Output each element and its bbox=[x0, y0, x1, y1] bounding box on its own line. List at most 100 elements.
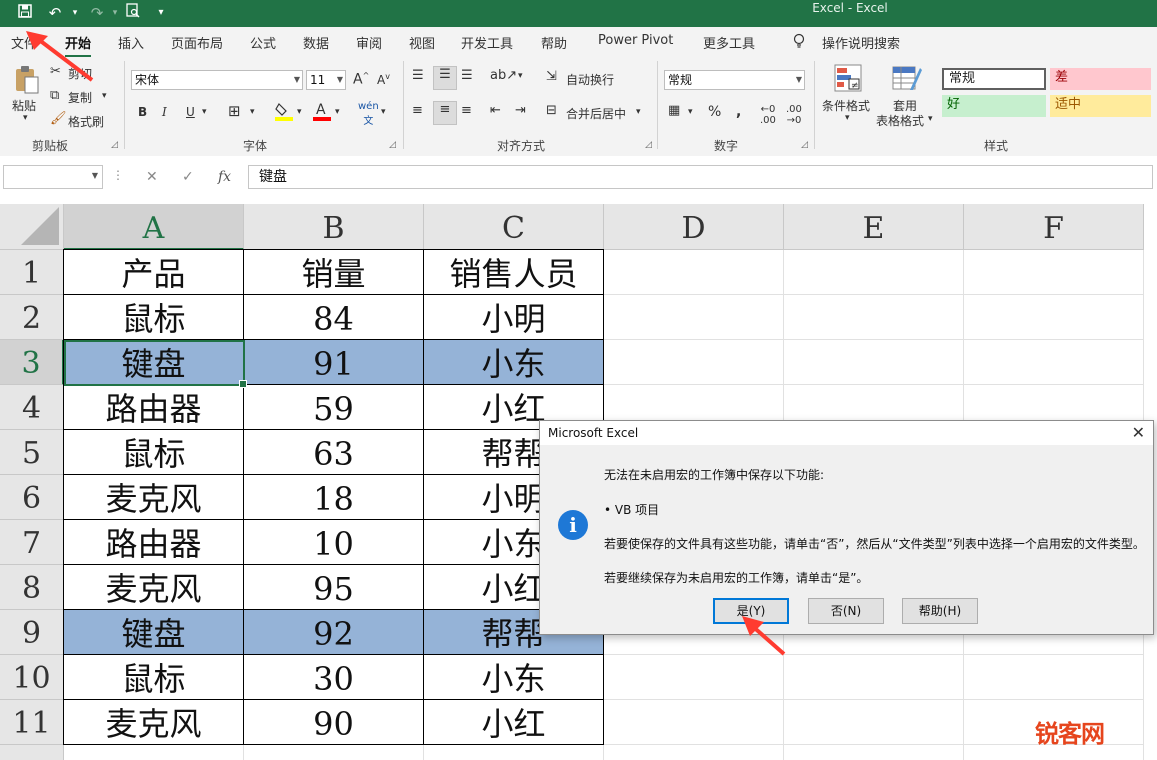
cell-b4[interactable]: 59 bbox=[244, 385, 424, 430]
select-all-button[interactable] bbox=[0, 204, 64, 250]
number-launcher-icon[interactable]: ◿ bbox=[801, 140, 808, 150]
comma-style-icon[interactable]: , bbox=[736, 104, 741, 120]
align-left-icon[interactable]: ≡ bbox=[412, 103, 423, 118]
cell-f1[interactable] bbox=[964, 250, 1144, 295]
fill-color-dropdown-icon[interactable]: ▾ bbox=[297, 107, 302, 117]
align-middle-icon[interactable]: ☰ bbox=[433, 66, 457, 90]
row-header[interactable] bbox=[0, 745, 64, 760]
format-table-dropdown-icon[interactable]: ▾ bbox=[928, 114, 933, 124]
cell-a9[interactable]: 键盘 bbox=[63, 610, 244, 655]
column-header-e[interactable]: E bbox=[784, 204, 964, 250]
cell-b10[interactable]: 30 bbox=[244, 655, 424, 700]
cell-a8[interactable]: 麦克风 bbox=[63, 565, 244, 610]
align-bottom-icon[interactable]: ☰ bbox=[461, 68, 473, 83]
wrap-text-button[interactable]: 自动换行 bbox=[566, 71, 614, 88]
cell-a10[interactable]: 鼠标 bbox=[63, 655, 244, 700]
enter-icon[interactable]: ✓ bbox=[182, 169, 194, 185]
row-header[interactable]: 2 bbox=[0, 295, 64, 340]
row-header[interactable]: 3 bbox=[0, 340, 64, 385]
row-header[interactable]: 9 bbox=[0, 610, 64, 655]
orientation-icon[interactable]: ab↗ bbox=[490, 68, 517, 83]
alignment-launcher-icon[interactable]: ◿ bbox=[645, 140, 652, 150]
decrease-indent-icon[interactable]: ⇤ bbox=[490, 103, 501, 118]
row-header[interactable]: 10 bbox=[0, 655, 64, 700]
help-button[interactable]: 帮助(H) bbox=[902, 598, 978, 624]
undo-dropdown-icon[interactable]: ▾ bbox=[64, 3, 86, 23]
cell-a12[interactable] bbox=[64, 745, 244, 760]
font-size-select[interactable]: 11 ▼ bbox=[306, 70, 346, 90]
clipboard-launcher-icon[interactable]: ◿ bbox=[111, 140, 118, 150]
tab-power-pivot[interactable]: Power Pivot bbox=[598, 33, 673, 48]
align-center-icon[interactable]: ≡ bbox=[433, 101, 457, 125]
formula-input[interactable]: 键盘 bbox=[248, 165, 1153, 189]
merge-center-icon[interactable]: ⊟ bbox=[546, 103, 557, 118]
customize-icon[interactable]: ▾ bbox=[150, 3, 172, 23]
cell-e1[interactable] bbox=[784, 250, 964, 295]
copy-button[interactable]: 复制 bbox=[68, 89, 92, 106]
print-preview-icon[interactable] bbox=[122, 3, 144, 23]
conditional-format-icon[interactable]: ≠ bbox=[834, 64, 862, 96]
cell-d11[interactable] bbox=[604, 700, 784, 745]
cell-c10[interactable]: 小东 bbox=[424, 655, 604, 700]
cell-b12[interactable] bbox=[244, 745, 424, 760]
cell-b8[interactable]: 95 bbox=[244, 565, 424, 610]
close-icon[interactable]: ✕ bbox=[1132, 422, 1145, 444]
undo-icon[interactable]: ↶ bbox=[44, 3, 66, 23]
name-box[interactable]: ▼ bbox=[3, 165, 103, 189]
underline-dropdown-icon[interactable]: ▾ bbox=[202, 107, 207, 117]
cell-d2[interactable] bbox=[604, 295, 784, 340]
underline-button[interactable]: U bbox=[186, 105, 195, 119]
font-name-select[interactable]: 宋体 ▼ bbox=[131, 70, 303, 90]
cell-f2[interactable] bbox=[964, 295, 1144, 340]
cell-a6[interactable]: 麦克风 bbox=[63, 475, 244, 520]
increase-indent-icon[interactable]: ⇥ bbox=[515, 103, 526, 118]
paste-dropdown-icon[interactable]: ▾ bbox=[23, 113, 28, 123]
tab-review[interactable]: 审阅 bbox=[356, 33, 382, 52]
tab-developer[interactable]: 开发工具 bbox=[461, 33, 513, 52]
column-header-a[interactable]: A bbox=[64, 204, 244, 250]
column-header-c[interactable]: C bbox=[424, 204, 604, 250]
cell-f10[interactable] bbox=[964, 655, 1144, 700]
cell-e11[interactable] bbox=[784, 700, 964, 745]
style-bad[interactable]: 差 bbox=[1050, 68, 1151, 90]
cell-b7[interactable]: 10 bbox=[244, 520, 424, 565]
fill-color-icon[interactable] bbox=[275, 101, 293, 125]
italic-button[interactable]: I bbox=[162, 105, 167, 119]
cell-d1[interactable] bbox=[604, 250, 784, 295]
cell-e10[interactable] bbox=[784, 655, 964, 700]
cell-b5[interactable]: 63 bbox=[244, 430, 424, 475]
accounting-format-icon[interactable]: ▦ bbox=[668, 103, 680, 118]
row-header[interactable]: 1 bbox=[0, 250, 64, 295]
cell-c11[interactable]: 小红 bbox=[424, 700, 604, 745]
tab-help[interactable]: 帮助 bbox=[541, 33, 567, 52]
align-right-icon[interactable]: ≡ bbox=[461, 103, 472, 118]
style-normal[interactable]: 常规 bbox=[942, 68, 1046, 90]
cell-d12[interactable] bbox=[604, 745, 784, 760]
cell-a11[interactable]: 麦克风 bbox=[63, 700, 244, 745]
row-header[interactable]: 5 bbox=[0, 430, 64, 475]
format-table-button[interactable]: 表格格式 bbox=[876, 112, 924, 129]
cell-b11[interactable]: 90 bbox=[244, 700, 424, 745]
cell-a1[interactable]: 产品 bbox=[63, 249, 244, 295]
cell-d3[interactable] bbox=[604, 340, 784, 385]
save-icon[interactable] bbox=[14, 3, 36, 23]
phonetic-icon[interactable]: wén 文 bbox=[358, 101, 379, 127]
cell-c2[interactable]: 小明 bbox=[424, 295, 604, 340]
cell-a7[interactable]: 路由器 bbox=[63, 520, 244, 565]
cell-c1[interactable]: 销售人员 bbox=[424, 249, 604, 295]
cancel-icon[interactable]: ✕ bbox=[146, 169, 158, 185]
style-good[interactable]: 好 bbox=[942, 95, 1046, 117]
style-neutral[interactable]: 适中 bbox=[1050, 95, 1151, 117]
cell-e3[interactable] bbox=[784, 340, 964, 385]
cell-b1[interactable]: 销量 bbox=[244, 249, 424, 295]
bold-button[interactable]: B bbox=[138, 105, 147, 119]
cell-b3[interactable]: 91 bbox=[244, 340, 424, 385]
cell-a4[interactable]: 路由器 bbox=[63, 385, 244, 430]
tab-more-tools[interactable]: 更多工具 bbox=[703, 33, 755, 52]
tab-insert[interactable]: 插入 bbox=[118, 33, 144, 52]
cell-a2[interactable]: 鼠标 bbox=[63, 295, 244, 340]
cell-b2[interactable]: 84 bbox=[244, 295, 424, 340]
align-top-icon[interactable]: ☰ bbox=[412, 68, 424, 83]
cell-c12[interactable] bbox=[424, 745, 604, 760]
decrease-font-icon[interactable]: Av bbox=[377, 72, 390, 87]
